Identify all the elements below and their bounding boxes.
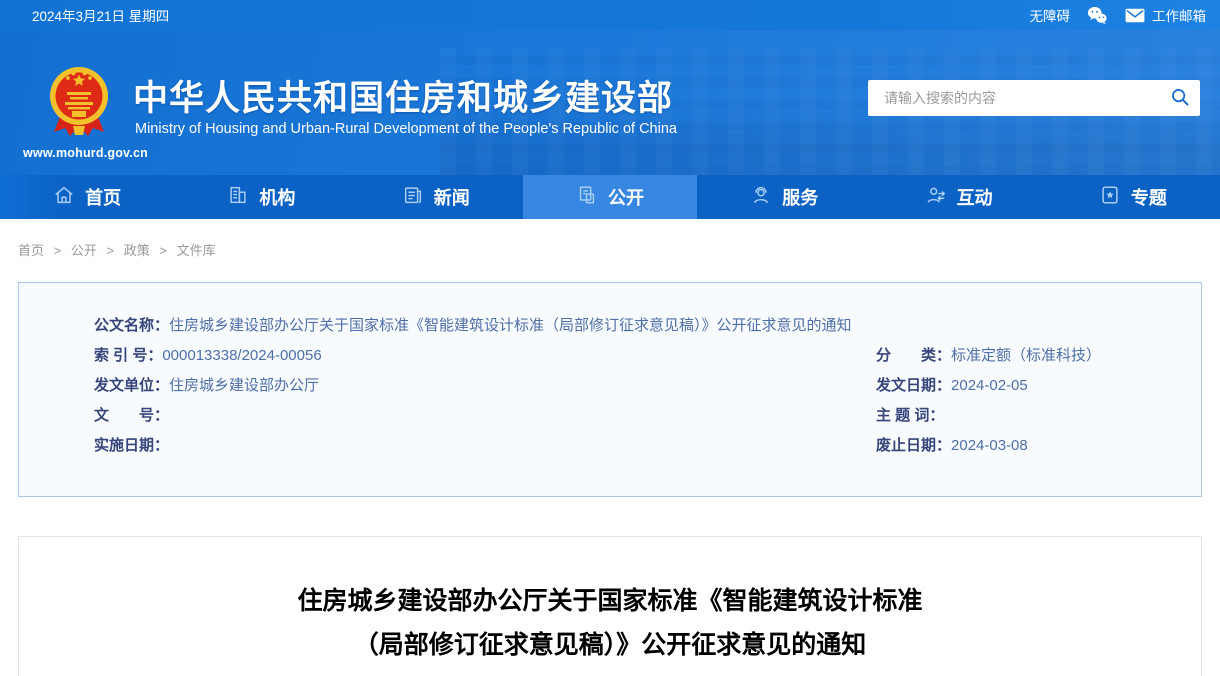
field-repeal-date: 废止日期： 2024-03-08 <box>876 431 1126 461</box>
breadcrumb-disclosure[interactable]: 公开 <box>71 243 97 258</box>
field-subject-words: 主 题 词： <box>876 401 1126 431</box>
field-implementation-date: 实施日期： <box>94 431 876 461</box>
work-mailbox-link[interactable]: 工作邮箱 <box>1124 5 1206 25</box>
home-icon <box>53 184 75 211</box>
field-issue-date: 发文日期： 2024-02-05 <box>876 371 1126 401</box>
site-header: www.mohurd.gov.cn 中华人民共和国住房和城乡建设部 Minist… <box>0 30 1220 175</box>
nav-item-interaction[interactable]: 互动 <box>871 175 1045 219</box>
nav-item-service[interactable]: 服务 <box>697 175 871 219</box>
document-info-box: 公文名称： 住房城乡建设部办公厅关于国家标准《智能建筑设计标准（局部修订征求意见… <box>18 282 1202 497</box>
wechat-icon[interactable] <box>1086 5 1108 25</box>
disclosure-icon <box>576 184 598 211</box>
main-nav: 首页 机构 新闻 公开 <box>0 175 1220 219</box>
breadcrumb-separator: > <box>159 243 167 258</box>
envelope-icon <box>1124 7 1146 24</box>
search-box <box>868 80 1200 116</box>
organization-icon <box>227 184 249 211</box>
breadcrumb-separator: > <box>107 243 115 258</box>
search-icon <box>1169 86 1191 111</box>
accessibility-link[interactable]: 无障碍 <box>1030 5 1071 25</box>
field-index-number: 索 引 号： 000013338/2024-00056 <box>94 341 876 371</box>
news-icon <box>402 184 424 211</box>
article-title-line1: 住房城乡建设部办公厅关于国家标准《智能建筑设计标准 <box>19 579 1201 623</box>
topics-icon <box>1099 184 1121 211</box>
field-document-number: 文 号： <box>94 401 876 431</box>
breadcrumb-policy[interactable]: 政策 <box>124 243 150 258</box>
current-date: 2024年3月21日 星期四 <box>32 5 169 25</box>
interaction-icon <box>925 184 947 211</box>
article-title: 住房城乡建设部办公厅关于国家标准《智能建筑设计标准 （局部修订征求意见稿）》公开… <box>19 579 1201 667</box>
topbar: 2024年3月21日 星期四 无障碍 工作邮箱 <box>0 0 1220 30</box>
breadcrumb-separator: > <box>54 243 62 258</box>
ministry-title-cn: 中华人民共和国住房和城乡建设部 <box>133 70 673 121</box>
topbar-links: 无障碍 工作邮箱 <box>1030 5 1207 25</box>
field-document-name: 公文名称： 住房城乡建设部办公厅关于国家标准《智能建筑设计标准（局部修订征求意见… <box>94 311 1126 341</box>
nav-item-organization[interactable]: 机构 <box>174 175 348 219</box>
ministry-title-en: Ministry of Housing and Urban-Rural Deve… <box>135 121 677 137</box>
service-icon <box>750 184 772 211</box>
breadcrumb-document-library[interactable]: 文件库 <box>177 243 216 258</box>
breadcrumb: 首页 > 公开 > 政策 > 文件库 <box>0 219 1220 271</box>
search-button[interactable] <box>1160 80 1200 116</box>
nav-item-home[interactable]: 首页 <box>0 175 174 219</box>
search-input[interactable] <box>868 80 1160 116</box>
field-issuing-unit: 发文单位： 住房城乡建设部办公厅 <box>94 371 876 401</box>
nav-item-disclosure[interactable]: 公开 <box>523 175 697 219</box>
nav-item-news[interactable]: 新闻 <box>349 175 523 219</box>
national-emblem-logo <box>47 64 111 147</box>
article-container: 住房城乡建设部办公厅关于国家标准《智能建筑设计标准 （局部修订征求意见稿）》公开… <box>18 536 1202 676</box>
article-title-line2: （局部修订征求意见稿）》公开征求意见的通知 <box>19 623 1201 667</box>
nav-item-topics[interactable]: 专题 <box>1046 175 1220 219</box>
breadcrumb-home[interactable]: 首页 <box>18 243 44 258</box>
site-url: www.mohurd.gov.cn <box>23 146 148 160</box>
field-category: 分 类： 标准定额（标准科技） <box>876 341 1126 371</box>
